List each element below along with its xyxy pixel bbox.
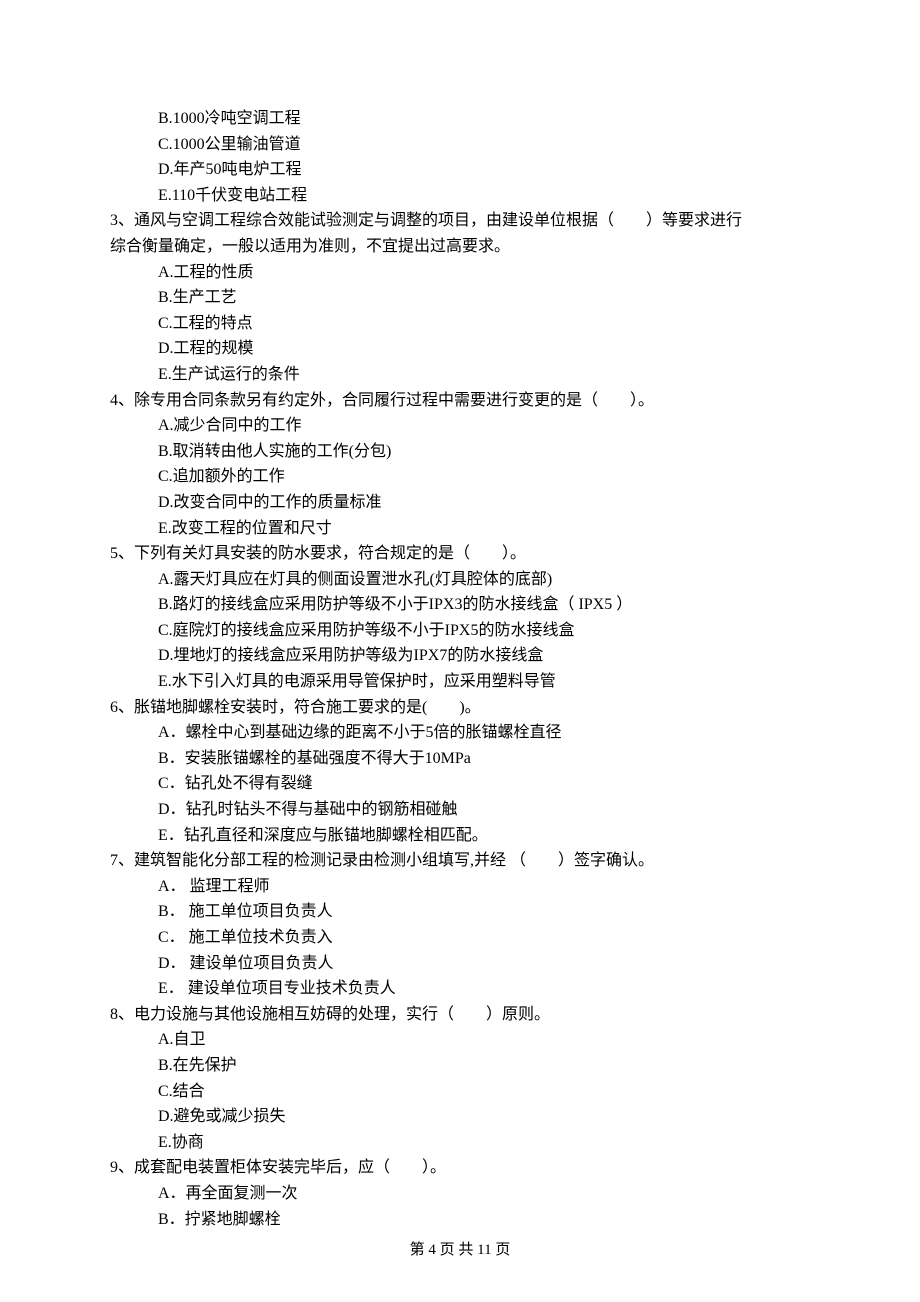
option-B: B.在先保护 [110, 1053, 810, 1079]
question-3-stem-line2: 综合衡量确定，一般以适用为准则，不宜提出过高要求。 [110, 234, 810, 260]
option-E: E.生产试运行的条件 [110, 362, 810, 388]
page-footer: 第 4 页 共 11 页 [0, 1238, 920, 1262]
option-D: D.避免或减少损失 [110, 1104, 810, 1130]
option-D: D.年产50吨电炉工程 [110, 157, 810, 183]
option-C: C．钻孔处不得有裂缝 [110, 771, 810, 797]
option-E: E.协商 [110, 1130, 810, 1156]
option-C: C.结合 [110, 1079, 810, 1105]
question-4-stem: 4、除专用合同条款另有约定外，合同履行过程中需要进行变更的是（ ）。 [110, 388, 810, 414]
option-E: E.水下引入灯具的电源采用导管保护时，应采用塑料导管 [110, 669, 810, 695]
question-9-stem: 9、成套配电装置柜体安装完毕后，应（ ）。 [110, 1155, 810, 1181]
option-E: E.改变工程的位置和尺寸 [110, 516, 810, 542]
option-A: A.自卫 [110, 1027, 810, 1053]
option-B: B． 施工单位项目负责人 [110, 899, 810, 925]
option-B: B.1000冷吨空调工程 [110, 106, 810, 132]
document-page: B.1000冷吨空调工程 C.1000公里输油管道 D.年产50吨电炉工程 E.… [0, 0, 920, 1302]
option-A: A．再全面复测一次 [110, 1181, 810, 1207]
option-E: E.110千伏变电站工程 [110, 183, 810, 209]
option-C: C． 施工单位技术负责入 [110, 925, 810, 951]
option-B: B.路灯的接线盒应采用防护等级不小于IPX3的防水接线盒（ IPX5 ） [110, 592, 810, 618]
option-C: C.追加额外的工作 [110, 464, 810, 490]
option-A: A.减少合同中的工作 [110, 413, 810, 439]
option-B: B.取消转由他人实施的工作(分包) [110, 439, 810, 465]
option-D: D.改变合同中的工作的质量标准 [110, 490, 810, 516]
option-A: A．螺栓中心到基础边缘的距离不小于5倍的胀锚螺栓直径 [110, 720, 810, 746]
option-D: D．钻孔时钻头不得与基础中的钢筋相碰触 [110, 797, 810, 823]
option-B: B.生产工艺 [110, 285, 810, 311]
question-3-stem-line1: 3、通风与空调工程综合效能试验测定与调整的项目，由建设单位根据（ ）等要求进行 [110, 208, 810, 234]
question-7-stem: 7、建筑智能化分部工程的检测记录由检测小组填写,并经 （ ）签字确认。 [110, 848, 810, 874]
option-A: A.工程的性质 [110, 260, 810, 286]
option-D: D.工程的规模 [110, 336, 810, 362]
option-A: A． 监理工程师 [110, 874, 810, 900]
option-C: C.1000公里输油管道 [110, 132, 810, 158]
option-D: D． 建设单位项目负责人 [110, 951, 810, 977]
option-E: E． 建设单位项目专业技术负责人 [110, 976, 810, 1002]
question-6-stem: 6、胀锚地脚螺栓安装时，符合施工要求的是( )。 [110, 695, 810, 721]
option-C: C.工程的特点 [110, 311, 810, 337]
question-8-stem: 8、电力设施与其他设施相互妨碍的处理，实行（ ）原则。 [110, 1002, 810, 1028]
option-B: B．拧紧地脚螺栓 [110, 1207, 810, 1233]
option-A: A.露天灯具应在灯具的侧面设置泄水孔(灯具腔体的底部) [110, 567, 810, 593]
option-B: B．安装胀锚螺栓的基础强度不得大于10MPa [110, 746, 810, 772]
option-D: D.埋地灯的接线盒应采用防护等级为IPX7的防水接线盒 [110, 643, 810, 669]
option-E: E．钻孔直径和深度应与胀锚地脚螺栓相匹配。 [110, 823, 810, 849]
option-C: C.庭院灯的接线盒应采用防护等级不小于IPX5的防水接线盒 [110, 618, 810, 644]
question-5-stem: 5、下列有关灯具安装的防水要求，符合规定的是（ ）。 [110, 541, 810, 567]
